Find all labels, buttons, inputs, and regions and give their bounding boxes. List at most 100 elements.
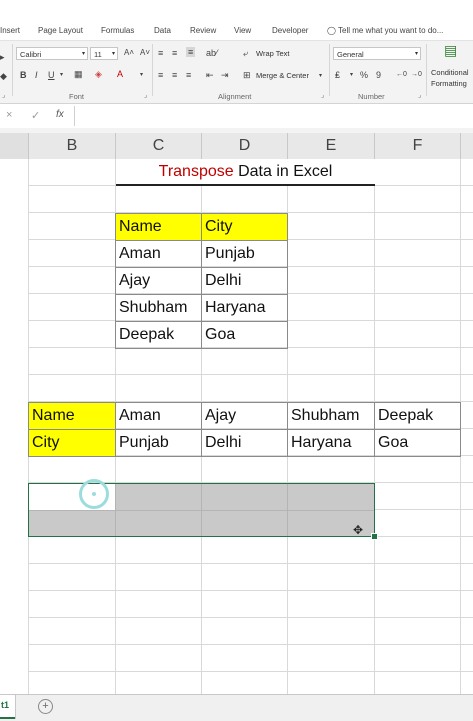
cancel-icon[interactable]: × xyxy=(6,109,12,121)
font-name-dropdown[interactable]: Calibri ▾ xyxy=(16,47,88,60)
table-cell-name[interactable]: Deepak xyxy=(115,321,202,349)
table-cell-name[interactable]: Ajay xyxy=(115,267,202,295)
table-header-name[interactable]: Name xyxy=(115,213,202,241)
format-painter-icon[interactable]: ◆ xyxy=(0,71,7,81)
column-header-d[interactable]: D xyxy=(202,133,288,159)
chevron-down-icon[interactable]: ▾ xyxy=(140,70,143,80)
align-right-icon[interactable]: ≡ xyxy=(186,70,191,80)
tab-developer[interactable]: Developer xyxy=(272,26,308,35)
column-header-g[interactable] xyxy=(461,133,473,159)
decrease-decimal-icon[interactable]: →0 xyxy=(411,70,422,80)
chevron-down-icon: ▾ xyxy=(111,51,115,57)
table-cell-city[interactable]: Delhi xyxy=(201,267,288,295)
chevron-down-icon[interactable]: ▾ xyxy=(319,71,322,81)
transposed-cell[interactable]: Shubham xyxy=(287,402,375,430)
wrap-text-button[interactable]: Wrap Text xyxy=(256,49,290,58)
column-header-b[interactable]: B xyxy=(29,133,116,159)
font-name-value: Calibri xyxy=(20,50,42,59)
tab-review[interactable]: Review xyxy=(190,26,216,35)
transposed-cell[interactable]: Goa xyxy=(374,429,461,457)
merge-center-icon[interactable]: ⊞ xyxy=(243,70,251,80)
table-cell-city[interactable]: Goa xyxy=(201,321,288,349)
transposed-header-name[interactable]: Name xyxy=(28,402,116,430)
table-cell-name[interactable]: Aman xyxy=(115,240,202,268)
table-cell-city[interactable]: Haryana xyxy=(201,294,288,322)
gridline xyxy=(29,617,473,618)
tell-me-search[interactable]: Tell me what you want to do... xyxy=(338,26,443,35)
align-center-icon[interactable]: ≡ xyxy=(172,70,177,80)
title-highlight: Transpose xyxy=(158,163,234,180)
sheet-tab-bar: t1 + xyxy=(0,694,473,721)
number-format-dropdown[interactable]: General ▾ xyxy=(333,47,421,60)
tab-divider xyxy=(15,695,16,719)
borders-icon[interactable]: ▦ xyxy=(74,69,83,79)
fill-color-icon[interactable]: ◈ xyxy=(95,69,102,79)
alignment-launcher-icon[interactable]: ⌟ xyxy=(321,91,324,101)
number-format-value: General xyxy=(337,50,364,59)
bold-button[interactable]: B xyxy=(20,70,27,80)
conditional-formatting-label-1[interactable]: Conditional xyxy=(431,68,469,77)
gridline xyxy=(29,644,473,645)
align-middle-icon[interactable]: ≡ xyxy=(172,48,177,58)
formula-bar: × ✓ fx xyxy=(0,104,473,129)
tab-page-layout[interactable]: Page Layout xyxy=(38,26,83,35)
underline-button[interactable]: U xyxy=(48,70,55,80)
tab-view[interactable]: View xyxy=(234,26,251,35)
conditional-formatting-label-2[interactable]: Formatting xyxy=(431,79,467,88)
currency-icon[interactable]: ₤ xyxy=(335,70,340,80)
tab-data[interactable]: Data xyxy=(154,26,171,35)
table-cell-name[interactable]: Shubham xyxy=(115,294,202,322)
paste-icon[interactable]: ▸ xyxy=(0,52,5,62)
sheet-title[interactable]: Transpose Data in Excel xyxy=(116,159,375,186)
increase-font-icon[interactable]: A˄ xyxy=(124,48,134,58)
increase-indent-icon[interactable]: ⇥ xyxy=(221,70,229,80)
transposed-cell[interactable]: Punjab xyxy=(115,429,202,457)
column-header-c[interactable]: C xyxy=(116,133,202,159)
increase-decimal-icon[interactable]: ←0 xyxy=(396,70,407,80)
tab-formulas[interactable]: Formulas xyxy=(101,26,134,35)
table-cell-city[interactable]: Punjab xyxy=(201,240,288,268)
transposed-header-city[interactable]: City xyxy=(28,429,116,457)
fill-handle[interactable] xyxy=(371,533,378,540)
click-indicator-dot xyxy=(92,492,96,496)
align-left-icon[interactable]: ≡ xyxy=(158,70,163,80)
column-header-f[interactable]: F xyxy=(375,133,461,159)
column-header-e[interactable]: E xyxy=(288,133,375,159)
row-header-column xyxy=(0,159,29,694)
merge-center-button[interactable]: Merge & Center xyxy=(256,71,309,80)
insert-function-icon[interactable]: fx xyxy=(56,109,64,120)
table-header-city[interactable]: City xyxy=(201,213,288,241)
font-color-icon[interactable]: A xyxy=(117,69,123,79)
chevron-down-icon[interactable]: ▾ xyxy=(350,70,353,80)
orientation-icon[interactable]: ab⁄ xyxy=(206,48,218,58)
transposed-cell[interactable]: Aman xyxy=(115,402,202,430)
decrease-font-icon[interactable]: A˅ xyxy=(140,48,150,58)
percent-button[interactable]: % xyxy=(360,70,368,80)
font-size-value: 11 xyxy=(94,50,102,59)
ribbon-divider xyxy=(12,44,13,96)
number-group-label: Number xyxy=(358,92,385,101)
tab-insert[interactable]: Insert xyxy=(0,26,20,35)
number-launcher-icon[interactable]: ⌟ xyxy=(418,91,421,101)
add-sheet-button[interactable]: + xyxy=(38,699,53,714)
font-size-dropdown[interactable]: 11 ▾ xyxy=(90,47,118,60)
align-bottom-icon[interactable]: ≡ xyxy=(186,47,196,57)
font-launcher-icon[interactable]: ⌟ xyxy=(144,91,147,101)
enter-icon[interactable]: ✓ xyxy=(31,109,40,122)
decrease-indent-icon[interactable]: ⇤ xyxy=(206,70,214,80)
chevron-down-icon[interactable]: ▾ xyxy=(60,70,63,80)
transposed-cell[interactable]: Ajay xyxy=(201,402,288,430)
sheet-tab-active[interactable]: t1 xyxy=(0,695,15,719)
italic-button[interactable]: I xyxy=(35,70,38,80)
conditional-formatting-icon[interactable]: ▤ xyxy=(444,43,457,57)
transposed-cell[interactable]: Haryana xyxy=(287,429,375,457)
align-top-icon[interactable]: ≡ xyxy=(158,48,163,58)
transposed-cell[interactable]: Deepak xyxy=(374,402,461,430)
comma-button[interactable]: 9 xyxy=(376,70,381,80)
ribbon-divider xyxy=(329,44,330,96)
clipboard-launcher-icon[interactable]: ⌟ xyxy=(2,91,5,101)
formula-input[interactable] xyxy=(76,106,473,126)
wrap-text-icon[interactable]: ⤶ xyxy=(243,48,248,58)
font-group-label: Font xyxy=(69,92,85,101)
transposed-cell[interactable]: Delhi xyxy=(201,429,288,457)
